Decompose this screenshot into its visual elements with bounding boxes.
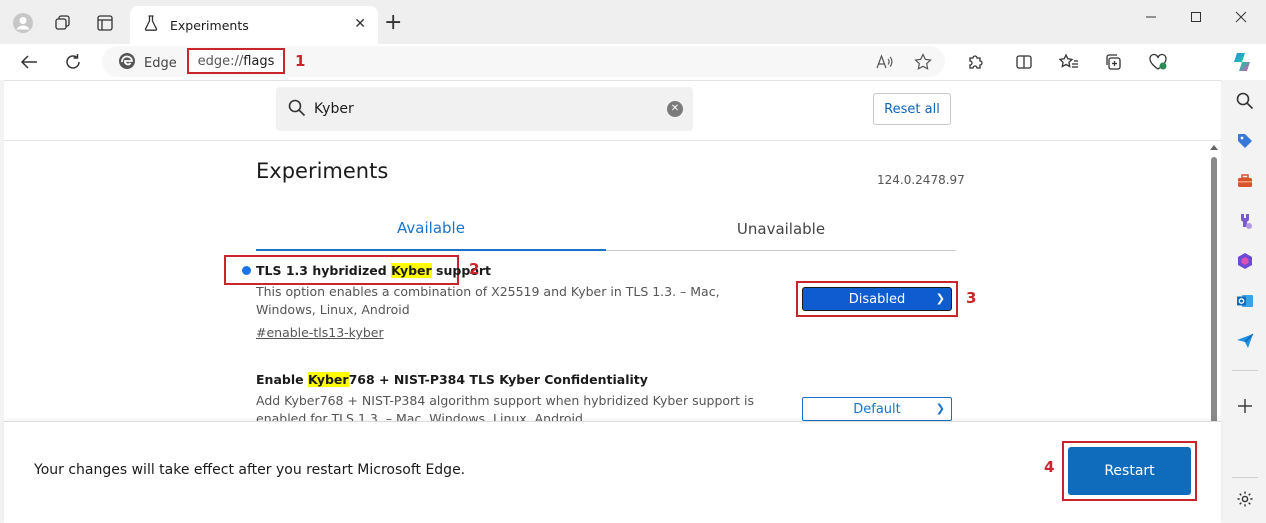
url-highlight-box[interactable]: edge://flags: [187, 48, 285, 74]
collections-icon[interactable]: [1100, 49, 1126, 75]
sidebar-search-icon[interactable]: [1232, 88, 1258, 114]
search-icon: [288, 99, 306, 121]
refresh-icon[interactable]: [60, 49, 86, 75]
restart-button[interactable]: Restart: [1068, 447, 1191, 495]
extensions-icon[interactable]: [963, 49, 989, 75]
tab-available[interactable]: Available: [256, 207, 606, 251]
favorites-icon[interactable]: [1056, 49, 1082, 75]
browser-essentials-icon[interactable]: [1145, 49, 1171, 75]
tab-experiments[interactable]: Experiments ✕: [130, 6, 378, 44]
title-bar: Experiments ✕ +: [0, 0, 1266, 44]
annotation-3: 3: [966, 289, 977, 307]
scrollbar[interactable]: [1207, 141, 1221, 426]
add-sidebar-app-icon[interactable]: [1232, 393, 1258, 419]
send-drop-icon[interactable]: [1232, 328, 1258, 354]
read-aloud-icon[interactable]: [872, 49, 898, 75]
chevron-down-icon: ❯: [935, 292, 945, 305]
tab-unavailable[interactable]: Unavailable: [606, 207, 956, 251]
edge-logo-icon: [118, 52, 136, 74]
close-window-icon[interactable]: [1224, 6, 1258, 28]
copilot-icon[interactable]: [1229, 49, 1255, 75]
search-box[interactable]: ✕: [276, 87, 693, 131]
address-bar[interactable]: Edge edge://flags 1: [102, 46, 945, 77]
flag-description: This option enables a combination of X25…: [256, 284, 720, 317]
favorite-star-icon[interactable]: [910, 49, 936, 75]
flag-title: TLS 1.3 hybridized Kyber support: [256, 263, 492, 278]
outlook-icon[interactable]: [1232, 288, 1258, 314]
flag-state-select[interactable]: Default ❯: [802, 397, 952, 421]
site-label: Edge: [144, 55, 177, 71]
sidebar-settings-gear-icon[interactable]: [1232, 486, 1258, 512]
flag-state-select[interactable]: Disabled ❯: [802, 287, 952, 311]
tools-icon[interactable]: [1232, 168, 1258, 194]
sidebar-divider: [1232, 477, 1258, 478]
restart-message: Your changes will take effect after you …: [34, 462, 466, 478]
restart-highlight-box: Restart: [1062, 441, 1197, 501]
microsoft365-icon[interactable]: [1232, 248, 1258, 274]
tab-actions-icon[interactable]: [92, 10, 118, 36]
search-input[interactable]: [314, 97, 654, 121]
flag-anchor-link[interactable]: #enable-tls13-kyber: [256, 325, 384, 340]
back-icon[interactable]: [16, 49, 42, 75]
restart-bar: Your changes will take effect after you …: [4, 421, 1221, 523]
split-screen-icon[interactable]: [1011, 49, 1037, 75]
annotation-2: 2: [469, 260, 480, 278]
search-header: ✕ Reset all: [4, 81, 1221, 141]
annotation-1: 1: [295, 52, 306, 70]
version-label: 124.0.2478.97: [877, 173, 965, 187]
flask-icon: [144, 15, 158, 35]
scroll-thumb[interactable]: [1211, 157, 1217, 425]
page-title: Experiments: [256, 159, 389, 183]
url-text: edge://flags: [197, 53, 275, 69]
reset-all-button[interactable]: Reset all: [873, 93, 951, 125]
sidebar-divider: [1232, 370, 1258, 371]
workspaces-icon[interactable]: [50, 10, 76, 36]
games-icon[interactable]: [1232, 208, 1258, 234]
flag-title: Enable Kyber768 + NIST-P384 TLS Kyber Co…: [256, 372, 648, 387]
site-identity[interactable]: Edge: [118, 52, 177, 74]
tab-title: Experiments: [170, 17, 249, 33]
scroll-up-icon[interactable]: [1210, 145, 1218, 150]
shopping-tag-icon[interactable]: [1232, 128, 1258, 154]
select-highlight-box: Disabled ❯: [796, 281, 958, 317]
new-tab-button[interactable]: +: [384, 12, 402, 34]
edge-sidebar: [1224, 80, 1266, 523]
annotation-4: 4: [1044, 458, 1055, 476]
close-tab-icon[interactable]: ✕: [354, 16, 366, 32]
clear-search-icon[interactable]: ✕: [667, 101, 683, 117]
chevron-down-icon: ❯: [935, 402, 945, 415]
maximize-icon[interactable]: [1179, 6, 1213, 28]
profile-icon[interactable]: [10, 10, 36, 36]
flags-tabs: Available Unavailable: [256, 207, 956, 251]
minimize-icon[interactable]: [1134, 6, 1168, 28]
modified-indicator: [242, 266, 251, 275]
toolbar: Edge edge://flags 1: [0, 44, 1266, 80]
